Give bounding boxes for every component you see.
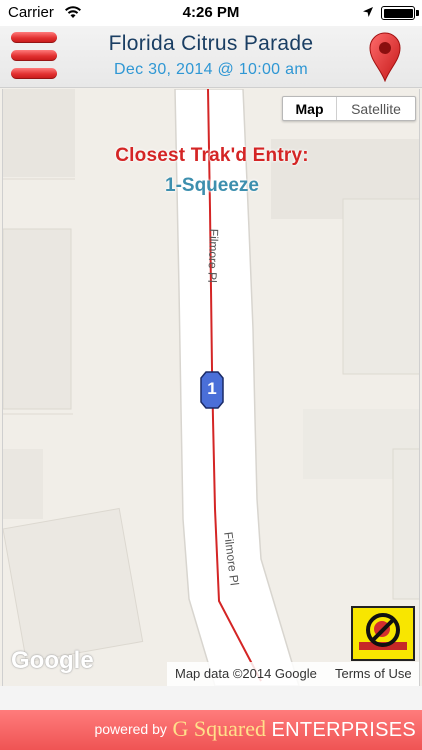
app-header: Florida Citrus Parade Dec 30, 2014 @ 10:…	[0, 26, 422, 88]
menu-button[interactable]	[11, 32, 57, 80]
map-data-attribution: Map data ©2014 Google	[175, 666, 317, 681]
location-arrow-icon	[363, 7, 373, 17]
menu-bar-bottom	[11, 68, 57, 79]
menu-bar-middle	[11, 50, 57, 61]
divider-strip	[0, 686, 422, 710]
brand-g: G	[172, 716, 189, 741]
status-bar: Carrier 4:26 PM	[0, 0, 422, 26]
parade-map[interactable]: Map Satellite Closest Trak'd Entry: 1-Sq…	[2, 89, 420, 686]
terms-of-use-link[interactable]: Terms of Use	[335, 666, 412, 681]
battery-icon	[381, 6, 419, 20]
no-entry-sign-graphic	[359, 613, 407, 650]
closest-entry-value[interactable]: 1-Squeeze	[3, 175, 419, 197]
brand-squared: Squared	[193, 716, 266, 741]
street-label: Filmore Pl	[205, 228, 221, 283]
no-entry-sign-icon[interactable]	[351, 606, 415, 661]
map-pin-icon[interactable]	[368, 32, 402, 82]
app-screen: Carrier 4:26 PM Florida Citrus Parade De…	[0, 0, 422, 750]
map-attribution-bar: Map data ©2014 Google Terms of Use	[167, 662, 419, 686]
satellite-view-button[interactable]: Satellite	[337, 97, 415, 120]
clock-time: 4:26 PM	[182, 4, 240, 21]
hamburger-menu-icon	[11, 32, 57, 43]
map-type-toggle: Map Satellite	[282, 96, 416, 121]
powered-by-footer[interactable]: powered by G Squared ENTERPRISES	[0, 710, 422, 750]
google-logo: Google	[11, 647, 94, 674]
brand-enterprises: ENTERPRISES	[271, 719, 416, 741]
map-view-button[interactable]: Map	[283, 97, 337, 120]
entry-marker[interactable]: 1	[200, 371, 224, 409]
entry-marker-label: 1	[207, 379, 217, 398]
powered-by-label: powered by	[94, 721, 167, 737]
parade-title: Florida Citrus Parade	[108, 32, 314, 55]
parade-date: Dec 30, 2014 @ 10:00 am	[114, 61, 308, 78]
brand-text: powered by G Squared ENTERPRISES	[94, 716, 416, 742]
closest-entry-label: Closest Trak'd Entry:	[115, 145, 309, 166]
